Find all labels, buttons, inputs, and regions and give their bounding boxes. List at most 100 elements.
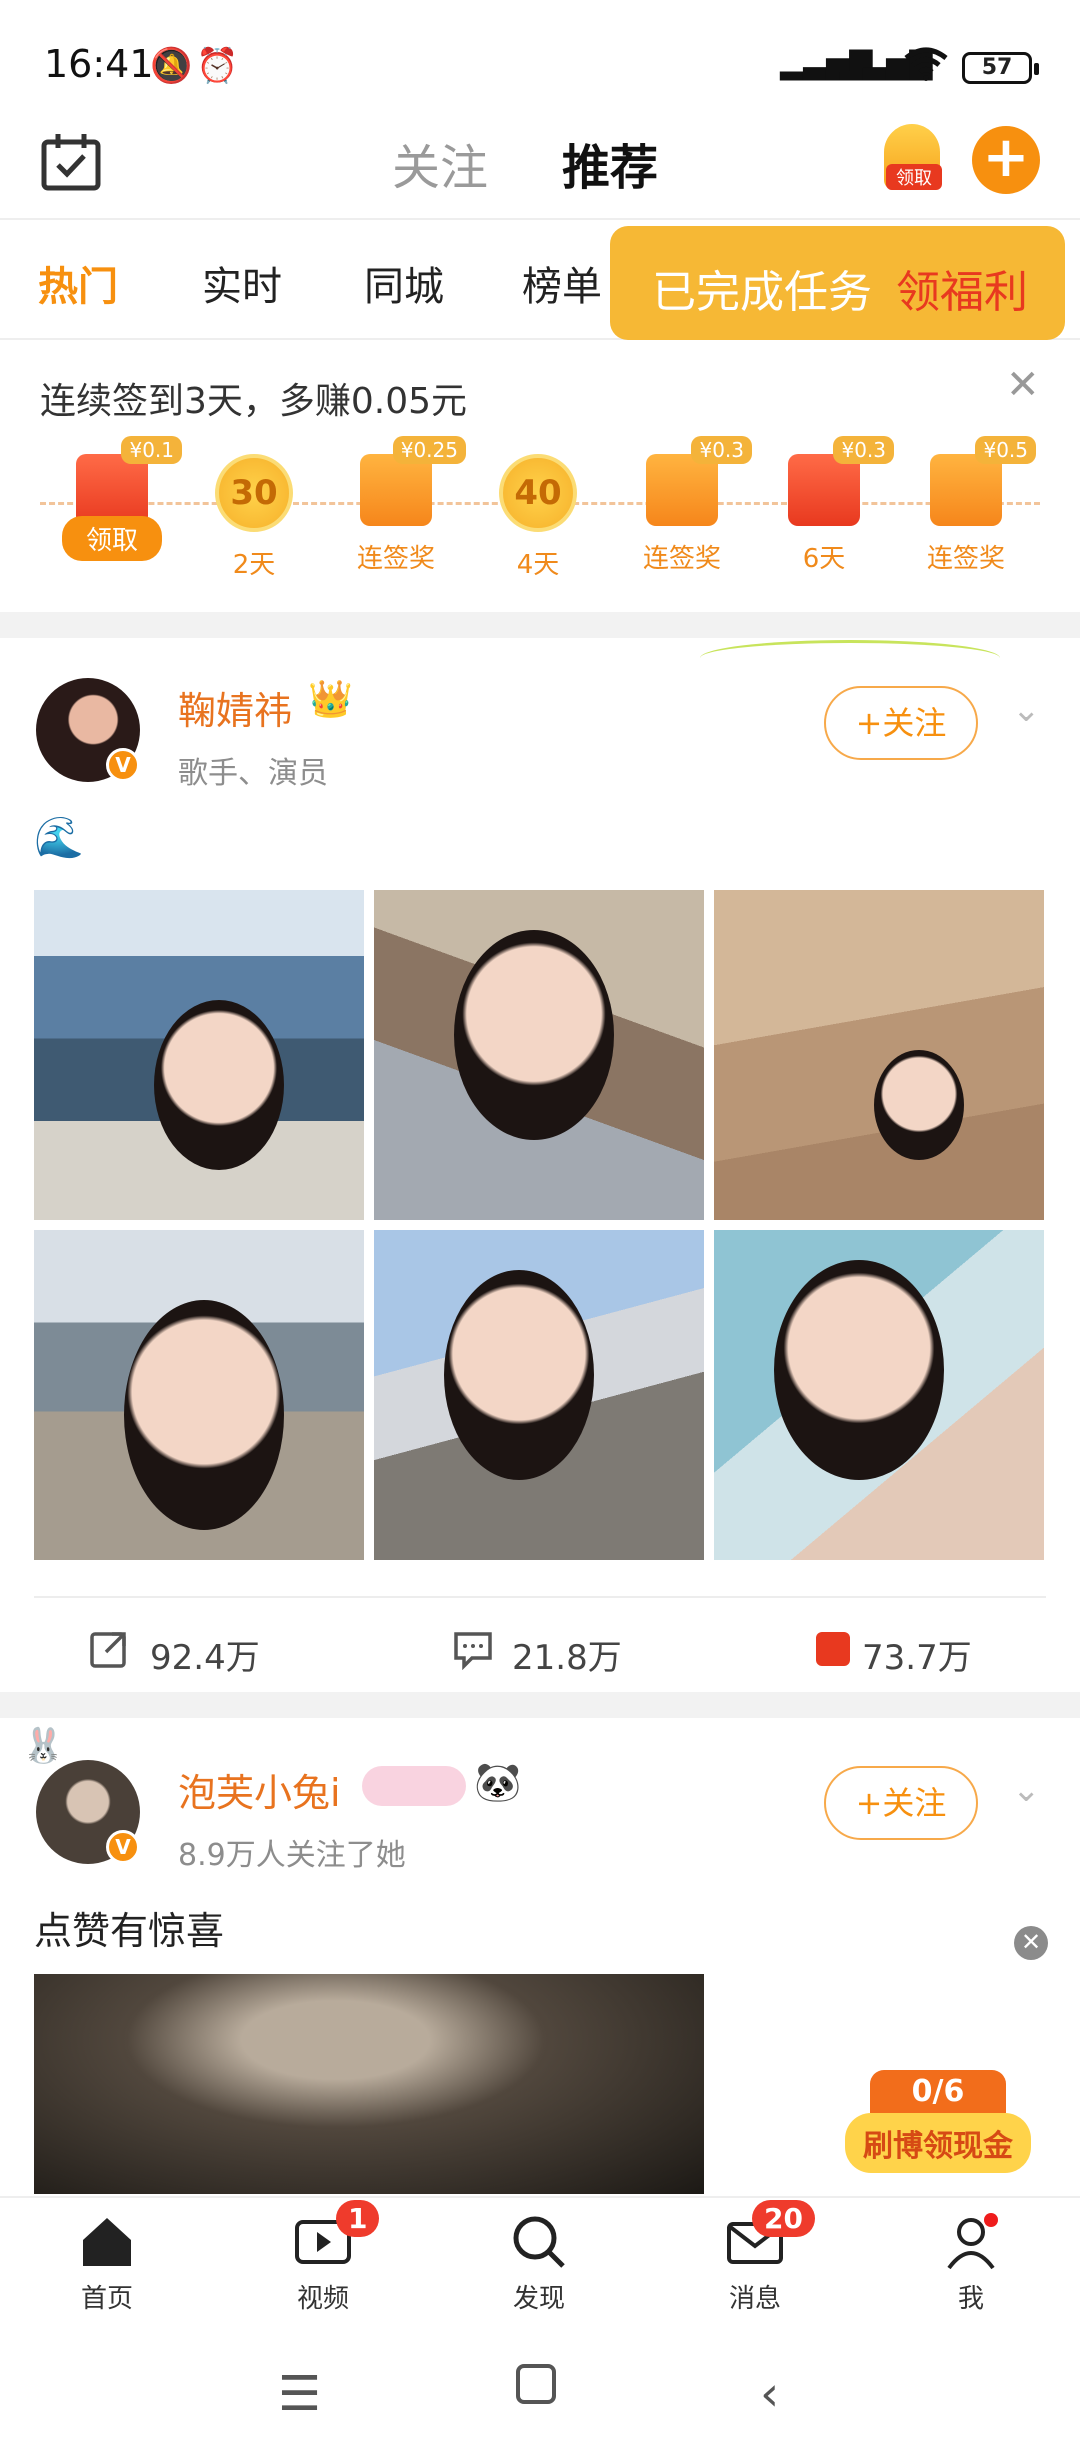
comment-icon [452,1628,494,1679]
checkin-step: ¥0.5 连签奖 [906,436,1036,575]
step-label: 连签奖 [642,544,721,574]
wave-emoji: 🌊 [34,815,84,861]
search-icon [474,2212,604,2276]
battery-indicator: 57 [962,52,1039,84]
step-label: 4天 [516,550,560,580]
feed-post: V 鞠婧祎 👑 歌手、演员 +关注 ⌄ 🌊 92.4万 21.8万 73.7万 [0,638,1080,1692]
top-header: 关注 推荐 领取 + [0,110,1080,220]
crown-badge-icon: 👑 [308,679,353,720]
category-local[interactable]: 同城 [364,254,444,312]
coin-icon: 40 [499,454,577,532]
chevron-down-icon[interactable]: ⌄ [1012,1770,1041,1810]
menu-icon[interactable]: ☰ [278,2366,321,2422]
post-video[interactable] [34,1974,704,2194]
step-label: 连签奖 [356,544,435,574]
checkin-step: ¥0.3 连签奖 [622,436,752,575]
nav-discover[interactable]: 发现 [474,2212,604,2315]
system-nav-bar: ☰ ‹ [0,2326,1080,2460]
post-photo[interactable] [374,890,704,1220]
checkin-title: 连续签到3天，多赚0.05元 [40,381,468,422]
post-photo[interactable] [374,1230,704,1560]
category-realtime[interactable]: 实时 [202,254,282,312]
share-icon [88,1628,130,1679]
step-label: 连签奖 [926,544,1005,574]
coin-icon: 30 [215,454,293,532]
section-gap [0,612,1080,638]
reward-tag: ¥0.3 [691,436,752,464]
decoration-vine [700,640,1000,676]
status-time: 16:41 [44,42,154,86]
checkin-step: ¥0.3 6天 [764,436,894,575]
checkin-step: ¥0.25 连签奖 [336,436,466,575]
nav-home[interactable]: 首页 [42,2212,172,2315]
reward-tag: ¥0.1 [121,436,182,464]
bunny-ears-icon: 🐰 [22,1726,65,1766]
post-username[interactable]: 泡芙小兔i [178,1762,341,1817]
alarm-icon: ⏰ [196,46,239,86]
checkin-step: 30 2天 [194,454,314,581]
checkin-panel: 连续签到3天，多赚0.05元 ✕ ¥0.1 领取 30 2天 ¥0.25 连签奖… [0,342,1080,612]
nav-messages[interactable]: 20 消息 [690,2200,820,2315]
nav-label: 消息 [728,2284,781,2314]
compose-plus-button[interactable]: + [972,126,1040,194]
messages-badge: 20 [752,2200,815,2237]
comment-count: 21.8万 [512,1638,622,1678]
panda-icon: 🐼 [474,1760,522,1804]
checkin-step: 40 4天 [478,454,598,581]
post-photo[interactable] [714,1230,1044,1560]
post-username[interactable]: 鞠婧祎 [178,680,292,735]
get-benefit-link[interactable]: 领福利 [896,256,1028,320]
post-user-subtitle: 8.9万人关注了她 [178,1838,406,1873]
back-icon[interactable]: ‹ [760,2366,779,2422]
video-badge: 1 [336,2200,380,2237]
post-user-subtitle: 歌手、演员 [178,756,328,791]
home-icon [42,2212,172,2276]
step-label: 6天 [802,544,846,574]
calendar-checkin-icon[interactable] [40,132,102,196]
wifi-icon [902,46,950,91]
category-ranking[interactable]: 榜单 [522,254,602,312]
task-complete-text: 已完成任务 [652,267,872,318]
reward-tag: ¥0.25 [392,436,466,464]
red-packet-icon: ¥0.3 [646,436,752,526]
reward-tag: ¥0.5 [975,436,1036,464]
post-text: 点赞有惊喜 [34,1909,225,1953]
nav-label: 视频 [296,2284,349,2314]
tab-recommended[interactable]: 推荐 [562,128,658,198]
repost-count: 92.4万 [150,1638,260,1678]
cash-reward-label: 刷博领现金 [845,2113,1031,2173]
checkin-step[interactable]: ¥0.1 领取 [52,436,182,561]
nav-profile[interactable]: 我 [906,2212,1036,2315]
follow-button[interactable]: +关注 [824,686,978,760]
home-square-icon[interactable] [514,2362,558,2418]
verified-badge-icon: V [106,748,140,782]
red-packet-icon: ¥0.3 [788,436,894,526]
cash-progress: 0/6 [870,2070,1006,2113]
nav-label: 首页 [80,2284,133,2314]
category-hot[interactable]: 热门 [38,254,118,312]
status-bar: 16:41 🔕 ⏰ ▂▃▅▇ ▂▃▅▇ 57 [0,0,1080,110]
close-icon[interactable]: ✕ [1006,362,1040,408]
nav-video[interactable]: 1 视频 [258,2200,388,2315]
post-photo[interactable] [714,890,1044,1220]
post-photo[interactable] [34,890,364,1220]
mute-icon: 🔕 [150,46,193,86]
chevron-down-icon[interactable]: ⌄ [1012,690,1041,730]
nav-label: 我 [957,2284,984,2314]
claim-reward-badge[interactable]: 领取 [884,124,942,190]
like-count: 73.7万 [862,1638,972,1678]
verified-badge-icon: V [106,1830,140,1864]
claim-pill[interactable]: 领取 [62,516,162,561]
follow-button[interactable]: +关注 [824,1766,978,1840]
task-complete-popup[interactable]: 已完成任务 领福利 [610,226,1065,340]
dismiss-icon[interactable]: ✕ [1014,1926,1048,1960]
profile-icon [906,2212,1036,2276]
section-gap [0,1692,1080,1718]
red-packet-icon: ¥0.5 [930,436,1036,526]
tab-following[interactable]: 关注 [392,128,488,198]
post-photo[interactable] [34,1230,364,1560]
cash-reward-widget[interactable]: 0/6 刷博领现金 [845,2070,1031,2173]
bottom-nav: 首页 1 视频 发现 20 消息 我 [0,2196,1080,2326]
claim-label: 领取 [886,164,942,190]
reward-tag: ¥0.3 [833,436,894,464]
